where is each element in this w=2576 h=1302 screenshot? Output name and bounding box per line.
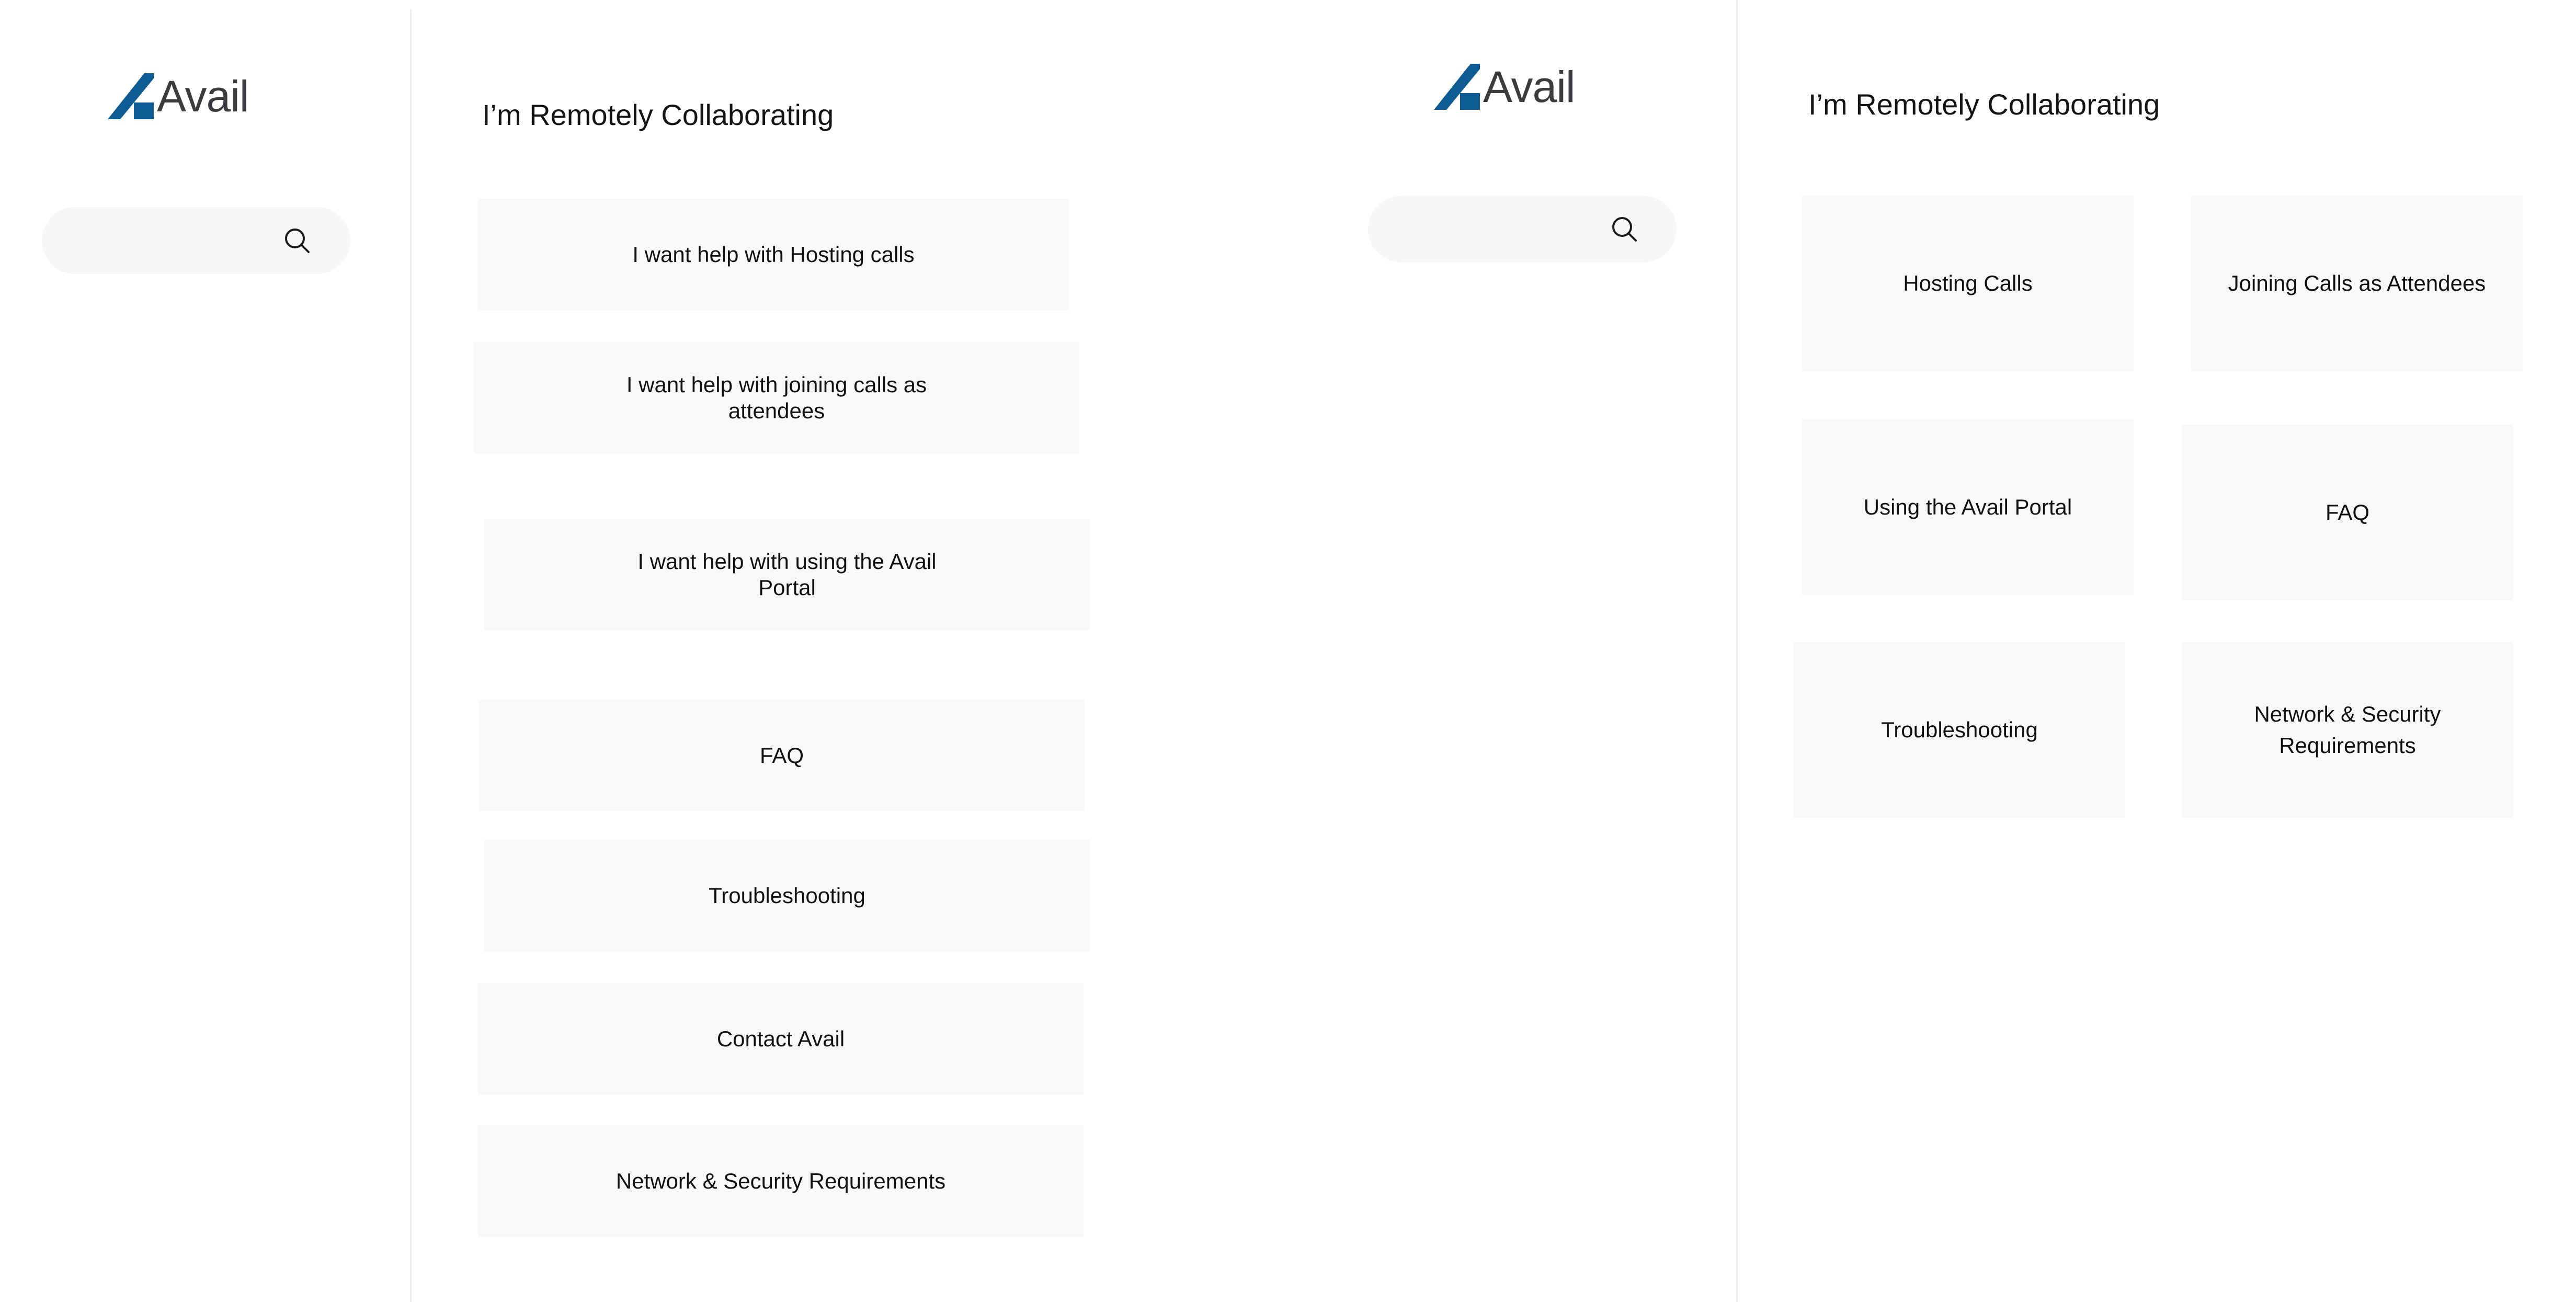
search-bar[interactable]: [42, 207, 350, 274]
avail-logo[interactable]: Avail: [108, 73, 249, 119]
option-troubleshooting[interactable]: Troubleshooting: [484, 840, 1090, 951]
option-network-security[interactable]: Network & Security Requirements: [478, 1125, 1084, 1237]
avail-logo-mark-icon: [108, 73, 154, 119]
search-icon[interactable]: [282, 226, 312, 255]
option-faq[interactable]: FAQ: [479, 700, 1085, 811]
page-title: I’m Remotely Collaborating: [482, 98, 834, 131]
option-joining-calls[interactable]: I want help with joining calls as attend…: [474, 342, 1079, 453]
avail-logo-mark-icon: [1434, 64, 1480, 110]
tile-hosting-calls[interactable]: Hosting Calls: [1802, 196, 2134, 371]
tile-joining-calls[interactable]: Joining Calls as Attendees: [2191, 196, 2523, 371]
tile-network-security[interactable]: Network & Security Requirements: [2182, 642, 2513, 818]
option-hosting-calls[interactable]: I want help with Hosting calls: [478, 199, 1069, 310]
option-contact-avail[interactable]: Contact Avail: [478, 983, 1084, 1094]
page-title: I’m Remotely Collaborating: [1808, 88, 2160, 121]
tile-faq[interactable]: FAQ: [2182, 425, 2513, 600]
avail-logo[interactable]: Avail: [1434, 62, 1576, 111]
sidebar-divider: [1736, 0, 1738, 1302]
tile-troubleshooting[interactable]: Troubleshooting: [1794, 642, 2125, 818]
search-bar[interactable]: [1368, 196, 1677, 262]
brand-name: Avail: [1483, 62, 1576, 111]
sidebar-divider: [410, 9, 412, 1302]
option-avail-portal[interactable]: I want help with using the Avail Portal: [484, 519, 1090, 630]
tile-avail-portal[interactable]: Using the Avail Portal: [1802, 419, 2134, 595]
brand-name: Avail: [157, 72, 249, 121]
search-icon[interactable]: [1610, 214, 1639, 244]
